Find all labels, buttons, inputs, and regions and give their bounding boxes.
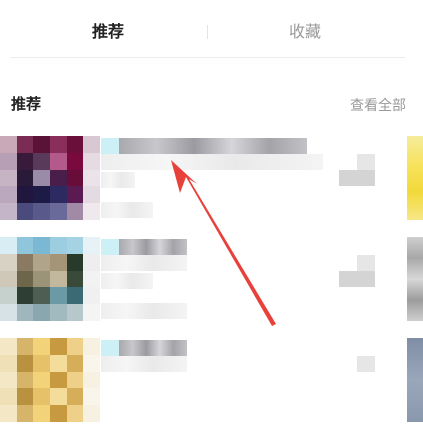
red-arrow-annotation-icon	[171, 160, 276, 326]
